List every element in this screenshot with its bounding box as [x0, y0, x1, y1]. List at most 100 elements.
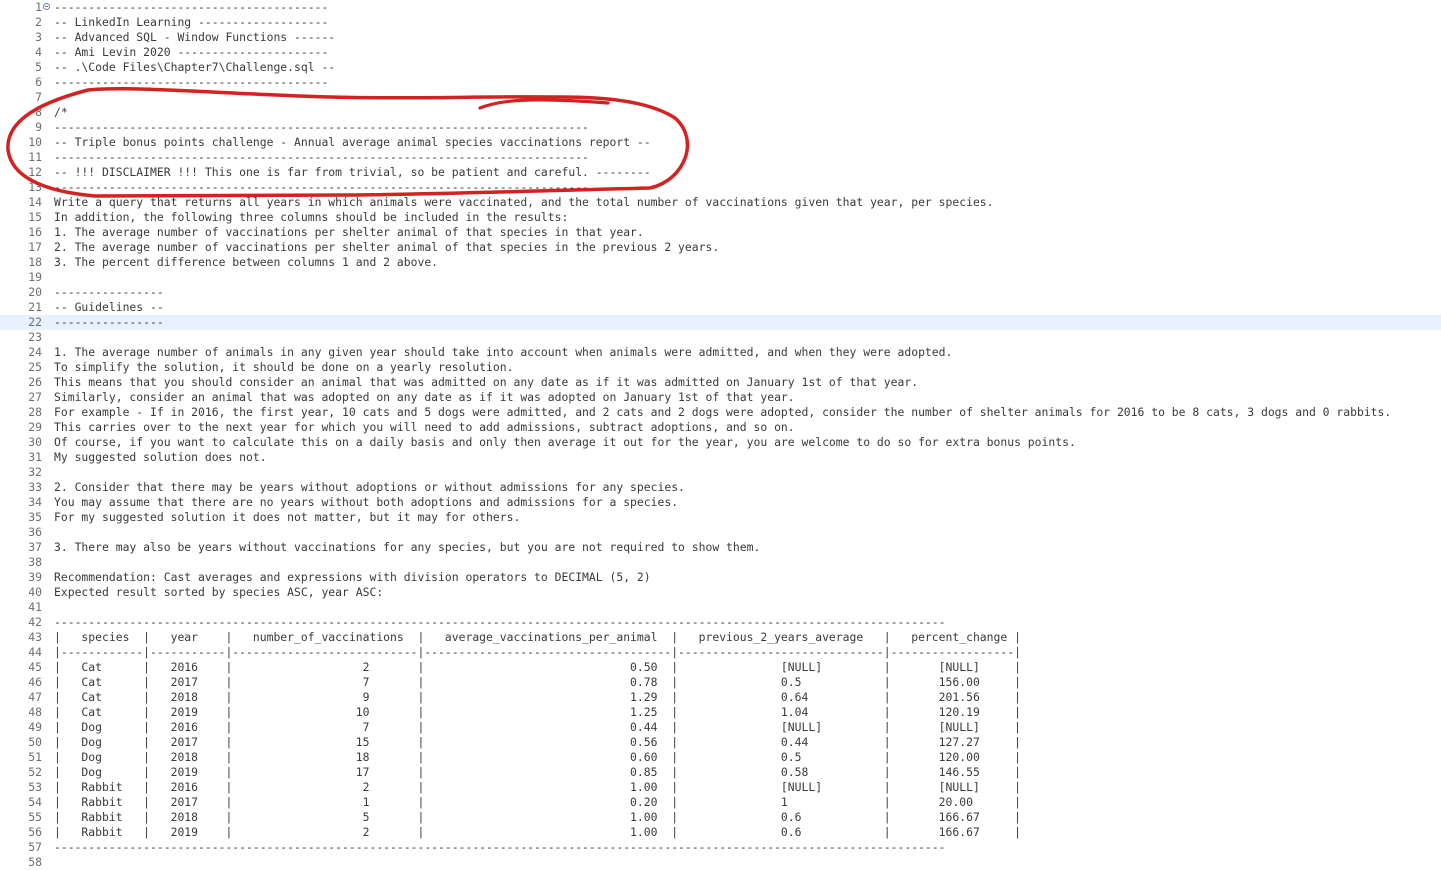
code-text: -- Advanced SQL - Window Functions -----… [54, 30, 336, 44]
code-text: | Cat | 2017 | 7 | 0.78 | 0.5 | 156.00 | [54, 675, 1021, 689]
code-text: | Cat | 2018 | 9 | 1.29 | 0.64 | 201.56 … [54, 690, 1021, 704]
code-line[interactable]: 25 To simplify the solution, it should be… [0, 360, 1441, 375]
code-line[interactable]: 6 ---------------------------------------… [0, 75, 1441, 90]
code-line[interactable]: 34 You may assume that there are no years… [0, 495, 1441, 510]
line-number: 25 [28, 360, 42, 374]
code-line[interactable]: 35 For my suggested solution it does not … [0, 510, 1441, 525]
code-line[interactable]: 46 | Cat | 2017 | 7 | 0.78 | 0.5 | 156.00… [0, 675, 1441, 690]
fold-toggle-icon[interactable] [43, 3, 50, 10]
line-number: 32 [28, 465, 42, 479]
line-number: 38 [28, 555, 42, 569]
code-line[interactable]: 56 | Rabbit | 2019 | 2 | 1.00 | 0.6 | 166… [0, 825, 1441, 840]
code-line[interactable]: 24 1. The average number of animals in an… [0, 345, 1441, 360]
code-line[interactable]: 16 1. The average number of vaccinations … [0, 225, 1441, 240]
code-text: | Dog | 2016 | 7 | 0.44 | [NULL] | [NULL… [54, 720, 1021, 734]
code-line[interactable]: 3 -- Advanced SQL - Window Functions ----… [0, 30, 1441, 45]
code-line[interactable]: 10 -- Triple bonus points challenge - Ann… [0, 135, 1441, 150]
code-line[interactable]: 27 Similarly, consider an animal that was… [0, 390, 1441, 405]
code-line[interactable]: 31 My suggested solution does not. [0, 450, 1441, 465]
code-line[interactable]: 18 3. The percent difference between colu… [0, 255, 1441, 270]
code-line[interactable]: 51 | Dog | 2018 | 18 | 0.60 | 0.5 | 120.0… [0, 750, 1441, 765]
code-text: For example - If in 2016, the first year… [54, 405, 1392, 419]
code-text: -- .\Code Files\Chapter7\Challenge.sql -… [54, 60, 336, 74]
code-line[interactable]: 47 | Cat | 2018 | 9 | 1.29 | 0.64 | 201.5… [0, 690, 1441, 705]
code-text: ---------------- [54, 285, 164, 299]
line-number: 49 [28, 720, 42, 734]
code-line[interactable]: 5 -- .\Code Files\Chapter7\Challenge.sql … [0, 60, 1441, 75]
code-line[interactable]: 19 [0, 270, 1441, 285]
code-text: 2. Consider that there may be years with… [54, 480, 685, 494]
code-line[interactable]: 14 Write a query that returns all years i… [0, 195, 1441, 210]
code-line[interactable]: 33 2. Consider that there may be years wi… [0, 480, 1441, 495]
code-line[interactable]: 40 Expected result sorted by species ASC,… [0, 585, 1441, 600]
code-line[interactable]: 29 This carries over to the next year for… [0, 420, 1441, 435]
code-text: In addition, the following three columns… [54, 210, 569, 224]
line-number: 14 [28, 195, 42, 209]
code-line[interactable]: 39 Recommendation: Cast averages and expr… [0, 570, 1441, 585]
code-line[interactable]: 21 -- Guidelines -- [0, 300, 1441, 315]
code-line[interactable]: 58 [0, 855, 1441, 870]
code-text: | Rabbit | 2017 | 1 | 0.20 | 1 | 20.00 | [54, 795, 1021, 809]
line-number: 40 [28, 585, 42, 599]
line-number: 58 [28, 855, 42, 869]
code-line[interactable]: 32 [0, 465, 1441, 480]
code-line[interactable]: 15 In addition, the following three colum… [0, 210, 1441, 225]
code-text: /* [54, 105, 68, 119]
code-line[interactable]: 53 | Rabbit | 2016 | 2 | 1.00 | [NULL] | … [0, 780, 1441, 795]
line-number: 3 [35, 30, 42, 44]
code-text: ----------------------------------------… [54, 150, 589, 164]
code-line[interactable]: 44 |------------|-----------|------------… [0, 645, 1441, 660]
code-line[interactable]: 50 | Dog | 2017 | 15 | 0.56 | 0.44 | 127.… [0, 735, 1441, 750]
code-line[interactable]: 20 ---------------- [0, 285, 1441, 300]
line-number: 41 [28, 600, 42, 614]
code-text: | Dog | 2018 | 18 | 0.60 | 0.5 | 120.00 … [54, 750, 1021, 764]
code-text: For my suggested solution it does not ma… [54, 510, 521, 524]
code-line[interactable]: 48 | Cat | 2019 | 10 | 1.25 | 1.04 | 120.… [0, 705, 1441, 720]
code-line[interactable]: 1 ---------------------------------------… [0, 0, 1441, 15]
code-line[interactable]: 2 -- LinkedIn Learning ------------------… [0, 15, 1441, 30]
code-line[interactable]: 57 --------------------------------------… [0, 840, 1441, 855]
code-line[interactable]: 52 | Dog | 2019 | 17 | 0.85 | 0.58 | 146.… [0, 765, 1441, 780]
code-line[interactable]: 12 -- !!! DISCLAIMER !!! This one is far … [0, 165, 1441, 180]
line-number: 44 [28, 645, 42, 659]
code-line[interactable]: 54 | Rabbit | 2017 | 1 | 0.20 | 1 | 20.00… [0, 795, 1441, 810]
code-text: Write a query that returns all years in … [54, 195, 994, 209]
code-line[interactable]: 4 -- Ami Levin 2020 ---------------------… [0, 45, 1441, 60]
code-line[interactable]: 38 [0, 555, 1441, 570]
code-line[interactable]: 22 ---------------- [0, 315, 1441, 330]
code-line[interactable]: 37 3. There may also be years without vac… [0, 540, 1441, 555]
code-line[interactable]: 55 | Rabbit | 2018 | 5 | 1.00 | 0.6 | 166… [0, 810, 1441, 825]
code-line[interactable]: 13 --------------------------------------… [0, 180, 1441, 195]
code-line[interactable]: 30 Of course, if you want to calculate th… [0, 435, 1441, 450]
line-number: 12 [28, 165, 42, 179]
line-number: 15 [28, 210, 42, 224]
line-number: 16 [28, 225, 42, 239]
line-number: 51 [28, 750, 42, 764]
code-text: | Dog | 2019 | 17 | 0.85 | 0.58 | 146.55… [54, 765, 1021, 779]
code-line[interactable]: 9 ---------------------------------------… [0, 120, 1441, 135]
line-number: 29 [28, 420, 42, 434]
code-text: | Rabbit | 2019 | 2 | 1.00 | 0.6 | 166.6… [54, 825, 1021, 839]
code-line[interactable]: 28 For example - If in 2016, the first ye… [0, 405, 1441, 420]
code-line[interactable]: 11 --------------------------------------… [0, 150, 1441, 165]
code-line[interactable]: 41 [0, 600, 1441, 615]
code-text: -- Ami Levin 2020 ---------------------- [54, 45, 329, 59]
code-line[interactable]: 23 [0, 330, 1441, 345]
sql-editor[interactable]: 1 ---------------------------------------… [0, 0, 1441, 869]
code-line[interactable]: 45 | Cat | 2016 | 2 | 0.50 | [NULL] | [NU… [0, 660, 1441, 675]
code-line[interactable]: 17 2. The average number of vaccinations … [0, 240, 1441, 255]
code-line[interactable]: 43 | species | year | number_of_vaccinati… [0, 630, 1441, 645]
code-text: | Dog | 2017 | 15 | 0.56 | 0.44 | 127.27… [54, 735, 1021, 749]
code-line[interactable]: 42 --------------------------------------… [0, 615, 1441, 630]
line-number: 19 [28, 270, 42, 284]
code-text: -- LinkedIn Learning ------------------- [54, 15, 329, 29]
code-text: Similarly, consider an animal that was a… [54, 390, 795, 404]
code-text: | Cat | 2016 | 2 | 0.50 | [NULL] | [NULL… [54, 660, 1021, 674]
code-line[interactable]: 36 [0, 525, 1441, 540]
code-line[interactable]: 26 This means that you should consider an… [0, 375, 1441, 390]
line-number: 4 [35, 45, 42, 59]
code-line[interactable]: 49 | Dog | 2016 | 7 | 0.44 | [NULL] | [NU… [0, 720, 1441, 735]
code-line[interactable]: 8 /* [0, 105, 1441, 120]
code-line[interactable]: 7 [0, 90, 1441, 105]
line-number: 6 [35, 75, 42, 89]
